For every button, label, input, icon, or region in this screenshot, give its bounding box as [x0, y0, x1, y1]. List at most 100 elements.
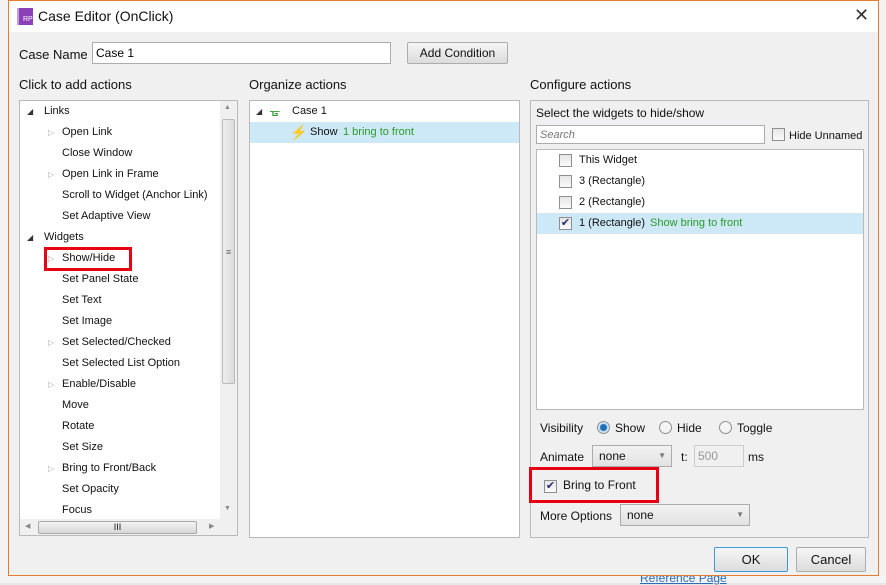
- title-bar: RP Case Editor (OnClick) ✕: [9, 1, 878, 32]
- case-label: Case 1: [292, 105, 327, 117]
- hide-unnamed-checkbox[interactable]: [772, 128, 785, 141]
- scroll-right-icon[interactable]: ▶: [209, 522, 214, 530]
- widget-checkbox[interactable]: [559, 196, 572, 209]
- action-item[interactable]: ◢ Widgets: [20, 227, 220, 248]
- action-item[interactable]: Close Window: [20, 143, 220, 164]
- widget-label: This Widget: [579, 154, 638, 166]
- lightning-icon: ⚡: [290, 124, 308, 140]
- t-label: t:: [681, 450, 688, 464]
- action-item-label: Links: [44, 105, 70, 117]
- collapsed-icon[interactable]: ▷: [48, 458, 54, 479]
- collapsed-icon[interactable]: ▷: [48, 374, 54, 395]
- action-item-label: Set Opacity: [62, 483, 119, 495]
- close-icon[interactable]: ✕: [854, 5, 869, 26]
- organize-actions-tree: ◢ ᚗ Case 1 ⚡ Show 1 bring to front: [249, 100, 520, 538]
- action-item-label: Set Image: [62, 315, 113, 327]
- action-item[interactable]: Set Size: [20, 437, 220, 458]
- action-item[interactable]: Set Opacity: [20, 479, 220, 500]
- action-item-label: Focus: [62, 504, 92, 516]
- more-options-select[interactable]: none ▼: [620, 504, 750, 526]
- visibility-option-label: Hide: [677, 421, 702, 435]
- dropdown-arrow-icon: ▼: [658, 451, 666, 460]
- animate-label: Animate: [540, 450, 585, 464]
- animate-select[interactable]: none ▼: [592, 445, 672, 467]
- widget-label: 2 (Rectangle): [579, 196, 646, 208]
- expanded-icon[interactable]: ◢: [27, 227, 33, 248]
- subheading: Select the widgets to hide/show: [536, 106, 705, 120]
- scroll-thumb[interactable]: ≡: [222, 119, 235, 384]
- widget-row[interactable]: This Widget: [537, 150, 863, 171]
- expand-icon[interactable]: ◢: [256, 101, 262, 122]
- action-item[interactable]: ▷ Open Link: [20, 122, 220, 143]
- action-node[interactable]: ⚡ Show 1 bring to front: [250, 122, 519, 143]
- ok-button[interactable]: OK: [714, 547, 788, 572]
- widget-label: 3 (Rectangle): [579, 175, 646, 187]
- action-item[interactable]: Move: [20, 395, 220, 416]
- action-item[interactable]: Set Selected List Option: [20, 353, 220, 374]
- action-item-label: Set Panel State: [62, 273, 139, 285]
- highlight-show-hide: [44, 247, 132, 271]
- action-item[interactable]: ▷ Enable/Disable: [20, 374, 220, 395]
- action-item-label: Move: [62, 399, 89, 411]
- action-item-label: Set Size: [62, 441, 103, 453]
- visibility-radio-show[interactable]: [597, 421, 610, 434]
- case-name-input[interactable]: [92, 42, 391, 64]
- visibility-label: Visibility: [540, 421, 584, 435]
- actions-tree: ◢ Links ▷ Open Link Close Window ▷ Open Link i…: [19, 100, 238, 536]
- action-item[interactable]: Set Adaptive View: [20, 206, 220, 227]
- hide-unnamed-label: Hide Unnamed: [789, 130, 863, 142]
- collapsed-icon[interactable]: ▷: [48, 122, 54, 143]
- action-item-label: Widgets: [44, 231, 84, 243]
- action-item[interactable]: Rotate: [20, 416, 220, 437]
- action-item-label: Open Link in Frame: [62, 168, 159, 180]
- collapsed-icon[interactable]: ▷: [48, 332, 54, 353]
- action-item-label: Close Window: [62, 147, 133, 159]
- action-item[interactable]: ▷ Set Selected/Checked: [20, 332, 220, 353]
- hscroll-thumb[interactable]: III: [38, 521, 197, 534]
- scroll-up-icon[interactable]: ▲: [224, 104, 231, 111]
- action-detail: 1 bring to front: [343, 126, 414, 138]
- more-options-label: More Options: [540, 509, 613, 523]
- widget-checkbox[interactable]: [559, 154, 572, 167]
- horizontal-scrollbar[interactable]: ◀ III ▶: [20, 519, 237, 535]
- case-tree-icon: ᚗ: [270, 104, 280, 118]
- highlight-bring-to-front: [529, 467, 659, 503]
- action-item-label: Set Selected/Checked: [62, 336, 171, 348]
- action-item[interactable]: Focus: [20, 500, 220, 519]
- action-item[interactable]: ◢ Links: [20, 101, 220, 122]
- action-item[interactable]: Set Image: [20, 311, 220, 332]
- widget-row[interactable]: 3 (Rectangle): [537, 171, 863, 192]
- collapsed-icon[interactable]: ▷: [48, 164, 54, 185]
- duration-input[interactable]: 500: [694, 445, 744, 467]
- action-item-label: Open Link: [62, 126, 113, 138]
- vertical-scrollbar[interactable]: ▲ ≡ ▼: [220, 101, 237, 519]
- expanded-icon[interactable]: ◢: [27, 101, 33, 122]
- case-node[interactable]: ◢ ᚗ Case 1: [250, 101, 519, 122]
- action-item[interactable]: Set Text: [20, 290, 220, 311]
- scroll-left-icon[interactable]: ◀: [25, 522, 30, 530]
- action-item[interactable]: ▷ Open Link in Frame: [20, 164, 220, 185]
- action-item[interactable]: Scroll to Widget (Anchor Link): [20, 185, 220, 206]
- widget-row[interactable]: 2 (Rectangle): [537, 192, 863, 213]
- scroll-down-icon[interactable]: ▼: [224, 505, 231, 512]
- widget-action-note: Show bring to front: [650, 217, 743, 229]
- widget-row[interactable]: ✔ 1 (Rectangle) Show bring to front: [537, 213, 863, 234]
- cancel-button[interactable]: Cancel: [796, 547, 866, 572]
- case-name-label: Case Name: [19, 47, 88, 62]
- search-input[interactable]: [536, 125, 765, 144]
- widget-label: 1 (Rectangle): [579, 217, 646, 229]
- ms-label: ms: [748, 450, 764, 464]
- middle-heading: Organize actions: [249, 77, 347, 92]
- action-item-label: Set Adaptive View: [62, 210, 151, 222]
- widget-checkbox[interactable]: ✔: [559, 217, 572, 230]
- action-item-label: Scroll to Widget (Anchor Link): [62, 189, 208, 201]
- action-item-label: Set Text: [62, 294, 102, 306]
- action-item[interactable]: Set Panel State: [20, 269, 220, 290]
- action-item[interactable]: ▷ Bring to Front/Back: [20, 458, 220, 479]
- widget-list: This Widget 3 (Rectangle) 2 (Rectangle) ✔ 1 …: [536, 149, 864, 410]
- visibility-radio-toggle[interactable]: [719, 421, 732, 434]
- visibility-radio-hide[interactable]: [659, 421, 672, 434]
- add-condition-button[interactable]: Add Condition: [407, 42, 508, 64]
- widget-checkbox[interactable]: [559, 175, 572, 188]
- dropdown-arrow-icon: ▼: [736, 510, 744, 519]
